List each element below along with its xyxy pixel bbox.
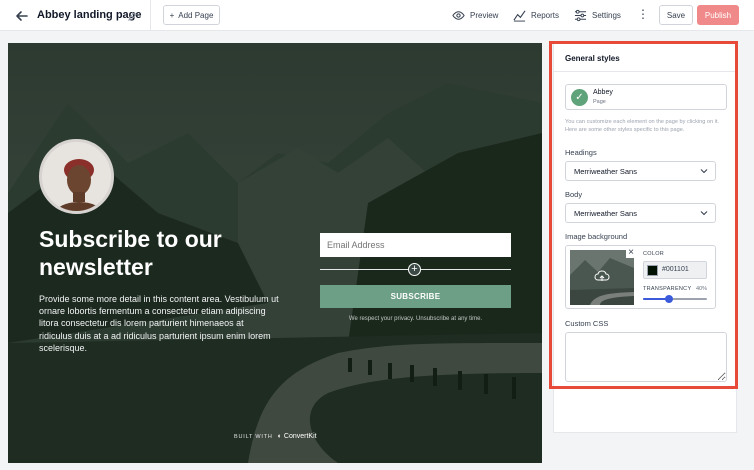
pencil-icon[interactable]: [127, 9, 138, 21]
convertkit-logo-icon: ◐: [277, 433, 282, 440]
help-text: You can customize each element on the pa…: [565, 119, 720, 133]
back-arrow-icon[interactable]: [14, 8, 30, 24]
remove-image-icon[interactable]: ×: [626, 248, 636, 258]
headings-font-select[interactable]: Merriweather Sans: [565, 161, 716, 181]
brand-name: ConvertKit: [283, 433, 317, 440]
chevron-down-icon: [700, 169, 708, 174]
background-thumbnail[interactable]: [570, 250, 634, 305]
image-background-control: × COLOR #001101 TRANSPARENCY 40%: [565, 245, 716, 309]
description-text[interactable]: Provide some more detail in this content…: [39, 293, 279, 354]
reports-label: Reports: [531, 10, 560, 20]
email-address-input[interactable]: [320, 233, 511, 257]
headings-font-value: Merriweather Sans: [574, 166, 637, 176]
landing-page-canvas[interactable]: Subscribe to our newsletter Provide some…: [8, 43, 542, 463]
eye-icon: [452, 10, 465, 20]
plus-icon: +: [169, 10, 175, 20]
image-background-label: Image background: [565, 232, 628, 241]
color-swatch[interactable]: [647, 265, 658, 276]
panel-title: General styles: [565, 54, 620, 63]
theme-type: Page: [593, 99, 606, 105]
add-page-button[interactable]: + Add Page: [163, 5, 220, 25]
custom-css-textarea[interactable]: [565, 332, 727, 382]
preview-label: Preview: [470, 10, 499, 20]
color-picker[interactable]: #001101: [643, 261, 707, 279]
transparency-slider-handle[interactable]: [665, 295, 673, 303]
body-font-value: Merriweather Sans: [574, 208, 637, 218]
add-field-icon[interactable]: +: [408, 263, 421, 276]
add-page-label: Add Page: [178, 10, 214, 20]
subscribe-button[interactable]: SUBSCRIBE: [320, 285, 511, 308]
built-with-label: BUILT WITH: [234, 433, 273, 440]
custom-css-label: Custom CSS: [565, 319, 609, 328]
transparency-label: TRANSPARENCY: [643, 286, 692, 292]
page-title[interactable]: Abbey landing page: [37, 9, 142, 21]
color-hex-value: #001101: [662, 266, 689, 273]
preview-button[interactable]: Preview: [452, 8, 498, 22]
transparency-value: 40%: [695, 286, 707, 292]
transparency-slider[interactable]: [643, 295, 707, 303]
theme-card[interactable]: ✓ Abbey Page: [565, 84, 727, 110]
headline[interactable]: Subscribe to our newsletter: [39, 225, 289, 281]
settings-button[interactable]: Settings: [574, 8, 621, 22]
save-button[interactable]: Save: [659, 5, 693, 25]
divider: [150, 0, 151, 31]
privacy-note: We respect your privacy. Unsubscribe at …: [348, 316, 483, 322]
headings-label: Headings: [565, 148, 597, 157]
publish-button[interactable]: Publish: [697, 5, 739, 25]
theme-name: Abbey: [593, 89, 613, 96]
sliders-icon: [574, 9, 587, 21]
avatar[interactable]: [39, 139, 114, 214]
built-with-badge[interactable]: BUILT WITH ◐ ConvertKit: [234, 433, 317, 440]
body-label: Body: [565, 190, 583, 199]
panel-divider: [553, 71, 737, 72]
check-icon: ✓: [571, 89, 588, 106]
body-font-select[interactable]: Merriweather Sans: [565, 203, 716, 223]
reports-button[interactable]: Reports: [513, 8, 559, 22]
chart-icon: [513, 10, 526, 22]
chevron-down-icon: [700, 211, 708, 216]
more-options-icon[interactable]: ⋮: [637, 8, 649, 22]
settings-label: Settings: [592, 10, 621, 20]
top-bar: Abbey landing page + Add Page Preview Re…: [0, 0, 754, 31]
color-label: COLOR: [643, 251, 665, 257]
